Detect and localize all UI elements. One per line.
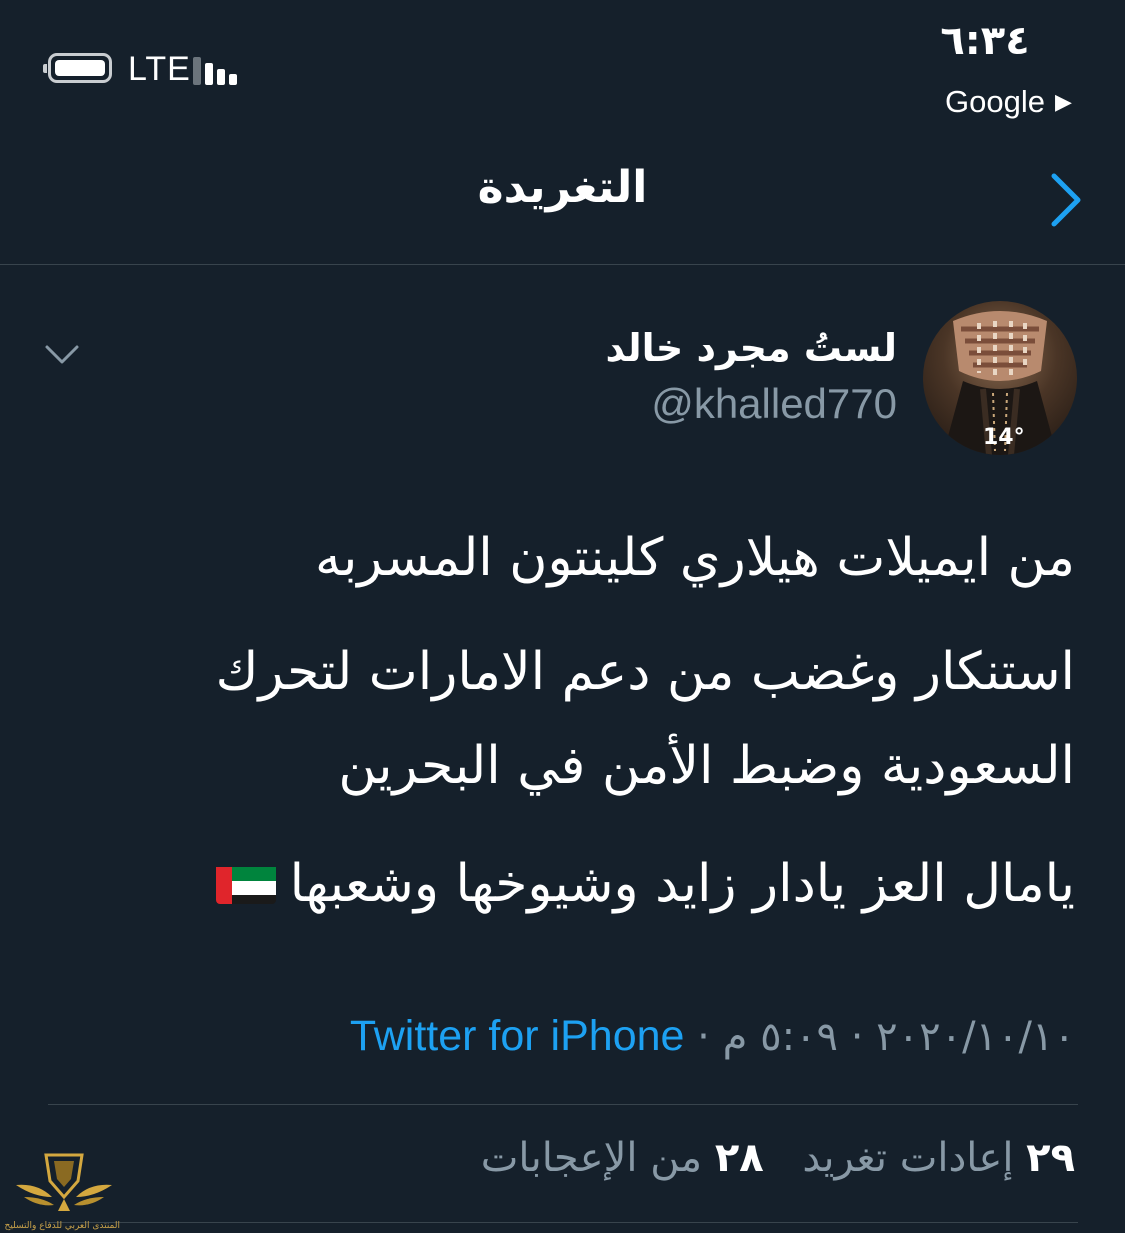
tweet-text-line: استنكار وغضب من دعم الامارات لتحرك <box>215 642 1075 702</box>
network-type: LTE <box>128 50 191 88</box>
author-handle[interactable]: @khalled770 <box>651 380 897 428</box>
watermark-text: المنتدى العربي للدفاع والتسليح <box>4 1221 120 1231</box>
likes-label: من الإعجابات <box>480 1135 703 1181</box>
tweet-options-button[interactable] <box>44 340 80 368</box>
page-title: التغريدة <box>477 162 648 213</box>
tweet-meta: ٢٠٢٠/١٠/١٠ · ٥:٠٩ م · Twitter for iPhone <box>35 1012 1075 1061</box>
back-button[interactable] <box>1046 170 1086 230</box>
tweet-stats: ٢٩ إعادات تغريد ٢٨ من الإعجابات <box>35 1135 1075 1181</box>
tweet-text-line: من ايميلات هيلاري كلينتون المسربه <box>314 528 1075 588</box>
avatar-overlay-text: 14° <box>983 425 1025 450</box>
chevron-right-icon <box>1051 173 1081 227</box>
tweet-text-line-with-flag: يامال العز يادار زايد وشيوخها وشعبها <box>75 854 1075 914</box>
header-divider <box>0 264 1125 265</box>
tweet-time: ٥:٠٩ م <box>722 1014 839 1060</box>
divider <box>48 1104 1078 1105</box>
meta-separator: · <box>850 1014 864 1060</box>
avatar[interactable]: 14° <box>923 301 1077 455</box>
header: التغريدة <box>0 130 1125 264</box>
uae-flag-icon <box>215 862 276 904</box>
back-to-app-link[interactable]: Google ▶ <box>945 84 1072 120</box>
retweets-stat[interactable]: ٢٩ إعادات تغريد <box>790 1135 1075 1181</box>
play-arrow-icon: ▶ <box>1054 89 1072 114</box>
divider <box>48 1222 1078 1223</box>
author-name[interactable]: لستُ مجرد خالد <box>605 326 897 370</box>
signal-strength-icon <box>193 57 247 85</box>
battery-icon <box>43 53 112 83</box>
back-app-label: Google <box>945 84 1045 119</box>
clock: ٦:٣٤ <box>940 18 1030 64</box>
retweets-count: ٢٩ <box>1026 1135 1075 1181</box>
retweets-label: إعادات تغريد <box>802 1135 1014 1181</box>
tweet-date: ٢٠٢٠/١٠/١٠ <box>876 1014 1075 1060</box>
tweet-source-link[interactable]: Twitter for iPhone <box>350 1012 685 1060</box>
watermark-logo: المنتدى العربي للدفاع والتسليح <box>4 1145 120 1233</box>
meta-separator: · <box>697 1014 710 1060</box>
tweet-text-line: يامال العز يادار زايد وشيوخها وشعبها <box>289 854 1075 914</box>
tweet-text-line: السعودية وضبط الأمن في البحرين <box>338 736 1075 796</box>
likes-count: ٢٨ <box>714 1135 764 1181</box>
status-bar: LTE ٦:٣٤ Google ▶ <box>0 0 1125 130</box>
likes-stat[interactable]: ٢٨ من الإعجابات <box>481 1135 764 1181</box>
chevron-down-icon <box>45 345 79 364</box>
